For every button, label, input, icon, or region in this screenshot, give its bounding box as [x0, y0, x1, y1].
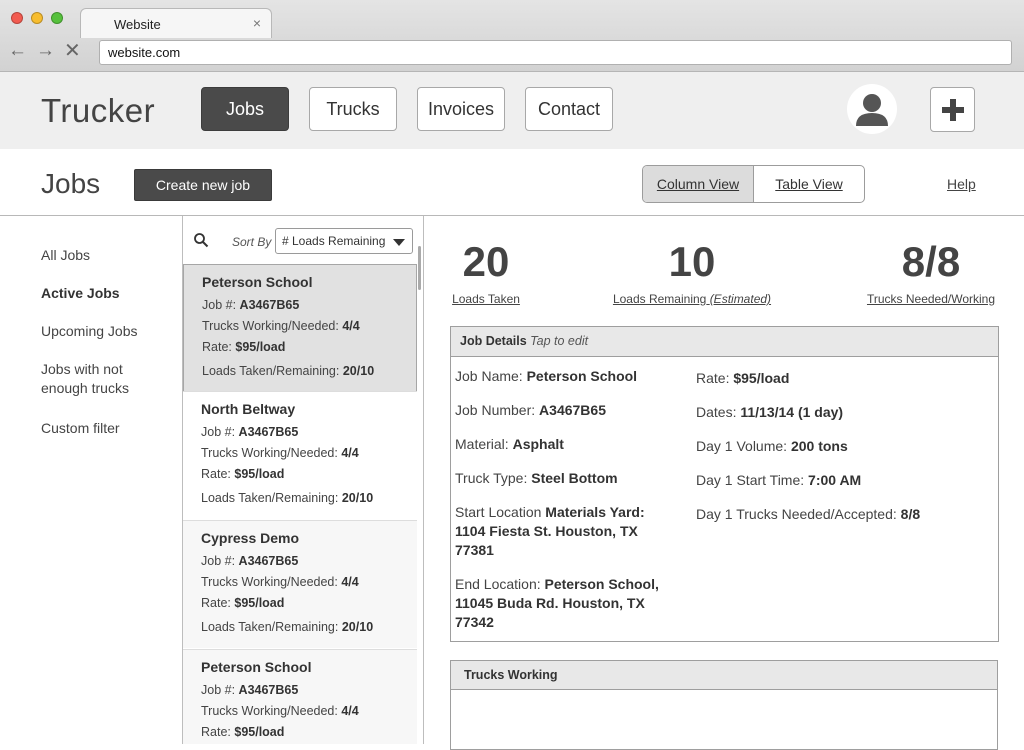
nav-contact[interactable]: Contact: [525, 87, 613, 131]
detail-start-location: Start Location Materials Yard: 1104 Fies…: [455, 504, 645, 558]
sidebar-item-all-jobs[interactable]: All Jobs: [41, 246, 166, 265]
minimize-window-button[interactable]: [31, 12, 43, 24]
job-card-number: Job #: A3467B65: [201, 554, 299, 568]
sidebar-item-not-enough-trucks[interactable]: Jobs with not enough trucks: [41, 360, 151, 398]
chevron-down-icon: [393, 239, 405, 246]
detail-material: Material: Asphalt: [455, 436, 564, 452]
app-logo: Trucker: [41, 92, 156, 129]
job-details-header: Job Details Tap to edit: [451, 327, 998, 357]
job-card-number: Job #: A3467B65: [201, 425, 299, 439]
detail-day1-trucks: Day 1 Trucks Needed/Accepted: 8/8: [696, 506, 921, 522]
sidebar-item-active-jobs[interactable]: Active Jobs: [41, 284, 166, 303]
loads-remaining-value: 10: [668, 238, 716, 285]
trucks-value: 8/8: [901, 238, 961, 285]
job-card-loads: Loads Taken/Remaining: 20/10: [201, 620, 374, 634]
page-title: Jobs: [41, 168, 101, 199]
detail-day1-start-time: Day 1 Start Time: 7:00 AM: [696, 472, 862, 488]
job-card-name: Cypress Demo: [201, 530, 300, 546]
job-card[interactable]: Cypress Demo Job #: A3467B65 Trucks Work…: [183, 520, 417, 648]
browser-tab[interactable]: Website ×: [80, 8, 272, 38]
help-link[interactable]: Help: [947, 176, 976, 192]
sort-dropdown[interactable]: # Loads Remaining: [275, 228, 413, 254]
job-card-name: North Beltway: [201, 401, 296, 417]
loads-taken-label[interactable]: Loads Taken: [446, 292, 526, 306]
address-bar[interactable]: website.com: [99, 40, 1012, 65]
job-card-loads: Loads Taken/Remaining: 20/10: [202, 364, 375, 378]
list-scrollbar[interactable]: [418, 246, 421, 290]
forward-arrow-icon[interactable]: →: [36, 41, 55, 61]
user-avatar[interactable]: [847, 84, 897, 134]
tab-close-icon[interactable]: ×: [253, 15, 261, 31]
job-card-number: Job #: A3467B65: [202, 298, 300, 312]
column-view-button[interactable]: Column View: [643, 166, 754, 202]
job-card-trucks: Trucks Working/Needed: 4/4: [201, 446, 359, 460]
tab-title: Website: [114, 17, 161, 32]
app-header: Trucker Jobs Trucks Invoices Contact: [0, 72, 1024, 149]
add-button[interactable]: [930, 87, 975, 132]
search-icon[interactable]: [193, 232, 209, 248]
job-card-trucks: Trucks Working/Needed: 4/4: [201, 575, 359, 589]
job-card[interactable]: Peterson School Job #: A3467B65 Trucks W…: [183, 649, 417, 744]
job-card[interactable]: Peterson School Job #: A3467B65 Trucks W…: [183, 264, 417, 392]
trucks-working-header: Trucks Working: [451, 661, 997, 690]
job-card-trucks: Trucks Working/Needed: 4/4: [201, 704, 359, 718]
job-card-name: Peterson School: [202, 274, 313, 290]
job-card-loads: Loads Taken/Remaining: 20/10: [201, 491, 374, 505]
job-card-rate: Rate: $95/load: [201, 725, 285, 739]
header-divider: [0, 215, 1024, 216]
detail-end-location: End Location: Peterson School, 11045 Bud…: [455, 576, 659, 630]
nav-jobs[interactable]: Jobs: [201, 87, 289, 131]
loads-taken-value: 20: [462, 238, 510, 285]
view-toggle: Column View Table View: [642, 165, 865, 203]
back-arrow-icon[interactable]: ←: [8, 41, 27, 61]
sort-label: Sort By: [232, 235, 272, 249]
nav-trucks[interactable]: Trucks: [309, 87, 397, 131]
detail-day1-volume: Day 1 Volume: 200 tons: [696, 438, 848, 454]
table-view-button[interactable]: Table View: [754, 166, 864, 202]
trucks-label[interactable]: Trucks Needed/Working: [861, 292, 1001, 306]
stop-loading-icon[interactable]: ✕: [64, 41, 81, 61]
user-icon: [856, 94, 888, 126]
trucks-working-panel: Trucks Working: [450, 660, 998, 750]
sort-dropdown-value: # Loads Remaining: [282, 234, 386, 248]
nav-invoices[interactable]: Invoices: [417, 87, 505, 131]
job-card-number: Job #: A3467B65: [201, 683, 299, 697]
job-card-name: Peterson School: [201, 659, 312, 675]
plus-icon: [941, 99, 964, 121]
detail-job-number: Job Number: A3467B65: [455, 402, 606, 418]
detail-truck-type: Truck Type: Steel Bottom: [455, 470, 618, 486]
create-job-button[interactable]: Create new job: [134, 169, 272, 201]
job-card[interactable]: North Beltway Job #: A3467B65 Trucks Wor…: [183, 391, 417, 519]
browser-chrome: Website × ← → ✕ website.com: [0, 0, 1024, 72]
loads-remaining-label[interactable]: Loads Remaining (Estimated): [612, 292, 772, 306]
maximize-window-button[interactable]: [51, 12, 63, 24]
job-card-rate: Rate: $95/load: [201, 467, 285, 481]
job-card-trucks: Trucks Working/Needed: 4/4: [202, 319, 360, 333]
detail-job-name: Job Name: Peterson School: [455, 368, 638, 384]
sidebar-item-custom-filter[interactable]: Custom filter: [41, 419, 166, 438]
job-card-rate: Rate: $95/load: [202, 340, 286, 354]
job-card-rate: Rate: $95/load: [201, 596, 285, 610]
sidebar-item-upcoming-jobs[interactable]: Upcoming Jobs: [41, 322, 166, 341]
detail-dates: Dates: 11/13/14 (1 day): [696, 404, 844, 420]
detail-rate: Rate: $95/load: [696, 370, 790, 386]
close-window-button[interactable]: [11, 12, 23, 24]
